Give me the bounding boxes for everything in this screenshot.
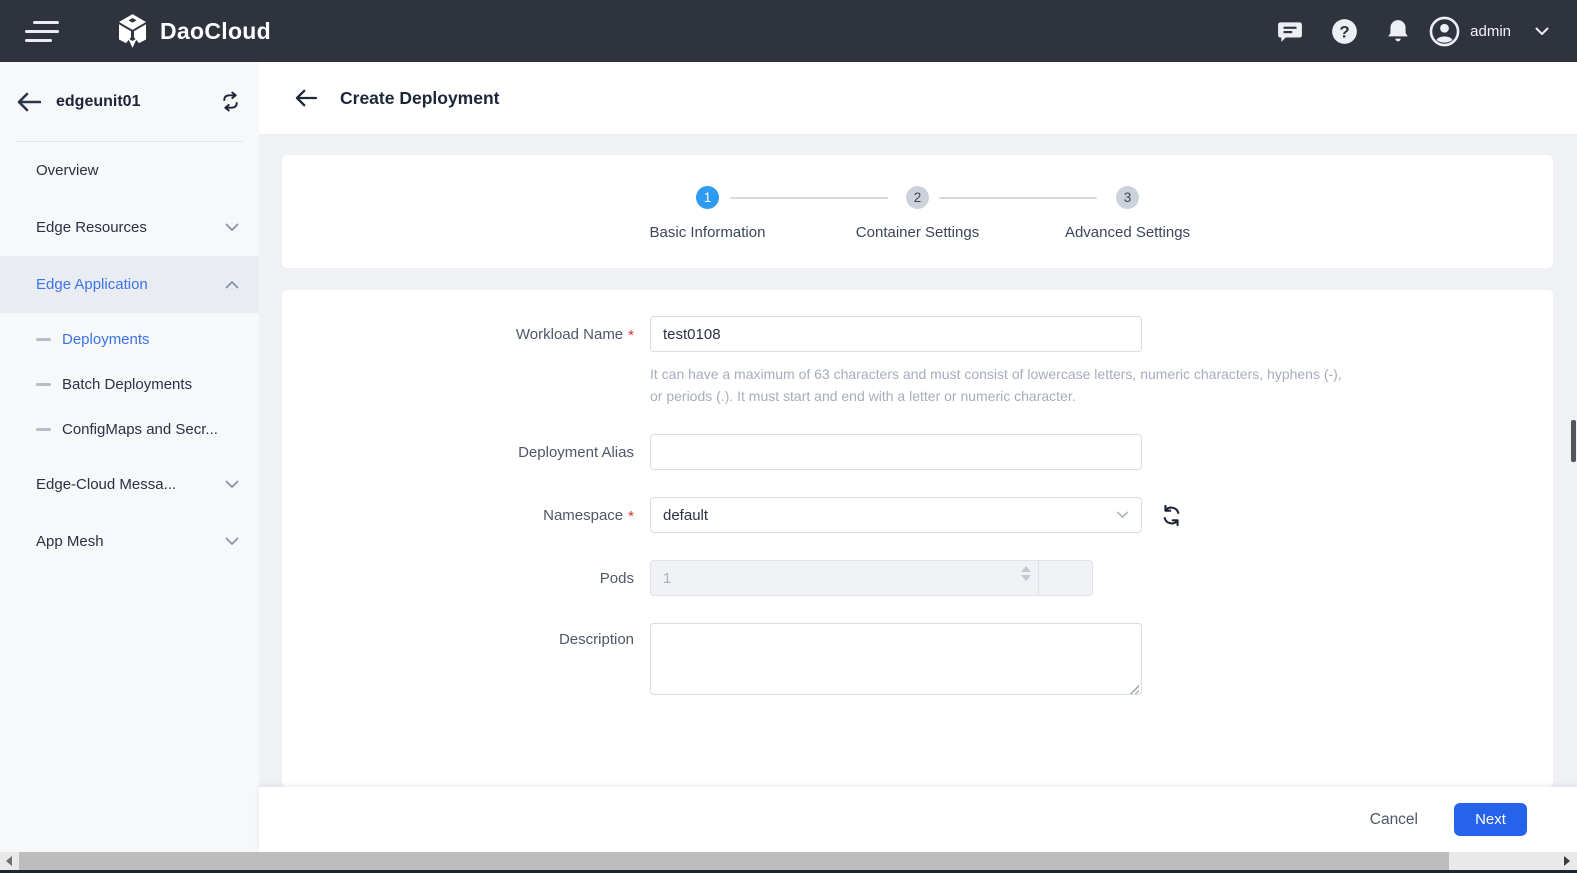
description-textarea[interactable] <box>650 623 1142 695</box>
main: Create Deployment 1 Basic Information <box>259 62 1577 852</box>
chevron-up-icon <box>225 280 239 289</box>
chevron-down-icon <box>225 537 239 546</box>
vertical-scrollbar-thumb[interactable] <box>1571 420 1576 462</box>
chevron-down-icon <box>1535 27 1549 36</box>
step-advanced-settings[interactable]: 3 Advanced Settings <box>1023 186 1233 241</box>
svg-text:?: ? <box>1339 22 1349 41</box>
brand[interactable]: DaoCloud <box>115 13 271 49</box>
dash-icon <box>36 428 51 431</box>
pods-stepper <box>650 560 1093 596</box>
footer: Cancel Next <box>259 787 1577 852</box>
sidebar-item-batch-deployments[interactable]: Batch Deployments <box>0 362 259 407</box>
namespace-row: Namespace * default <box>282 497 1553 533</box>
cluster-name: edgeunit01 <box>56 93 140 111</box>
sidebar-item-label: App Mesh <box>36 533 104 550</box>
pods-row: Pods <box>282 560 1553 596</box>
menu-icon[interactable] <box>25 21 59 42</box>
username: admin <box>1470 23 1511 40</box>
step-container-settings[interactable]: 2 Container Settings <box>813 186 1023 241</box>
step-label: Advanced Settings <box>1065 224 1190 241</box>
step-connector <box>730 197 888 199</box>
help-icon[interactable]: ? <box>1317 11 1371 51</box>
cancel-button[interactable]: Cancel <box>1370 811 1418 829</box>
message-icon[interactable] <box>1263 11 1317 51</box>
sidebar: edgeunit01 Overview Edge Resources <box>0 62 259 852</box>
namespace-select[interactable]: default <box>650 497 1142 533</box>
step-basic-information[interactable]: 1 Basic Information <box>603 186 813 241</box>
avatar-icon <box>1429 16 1460 47</box>
pods-addon <box>1039 560 1093 596</box>
sidebar-back-icon[interactable] <box>16 89 42 115</box>
page-header: Create Deployment <box>259 62 1577 135</box>
page-back-icon[interactable] <box>292 84 320 112</box>
step-number: 1 <box>696 186 719 209</box>
page-title: Create Deployment <box>340 88 500 109</box>
sidebar-item-edge-application[interactable]: Edge Application <box>0 256 259 313</box>
sidebar-item-label: ConfigMaps and Secr... <box>62 421 218 438</box>
spin-up-icon <box>1021 566 1031 572</box>
workload-name-hint: It can have a maximum of 63 characters a… <box>650 363 1553 407</box>
description-label: Description <box>559 631 634 648</box>
bell-icon[interactable] <box>1371 11 1425 51</box>
deployment-alias-row: Deployment Alias <box>282 434 1553 470</box>
step-number: 3 <box>1116 186 1139 209</box>
topbar-right: ? admin <box>1263 11 1577 51</box>
user-menu[interactable]: admin <box>1429 16 1549 47</box>
sidebar-item-overview[interactable]: Overview <box>0 142 259 199</box>
sidebar-item-label: Batch Deployments <box>62 376 192 393</box>
sidebar-item-label: Deployments <box>62 331 150 348</box>
workload-name-input[interactable] <box>650 316 1142 352</box>
body: edgeunit01 Overview Edge Resources <box>0 62 1577 852</box>
sidebar-item-label: Edge Application <box>36 276 148 293</box>
sidebar-item-deployments[interactable]: Deployments <box>0 317 259 362</box>
pods-input <box>650 560 1039 596</box>
dash-icon <box>36 383 51 386</box>
sidebar-item-label: Edge-Cloud Messa... <box>36 476 176 493</box>
scroll-right-icon[interactable] <box>1558 852 1575 870</box>
stepper-card: 1 Basic Information 2 Container Settings… <box>282 155 1553 268</box>
step-label: Basic Information <box>650 224 766 241</box>
topbar: DaoCloud ? <box>0 0 1577 62</box>
content: 1 Basic Information 2 Container Settings… <box>259 135 1577 852</box>
chevron-down-icon <box>225 480 239 489</box>
stepper: 1 Basic Information 2 Container Settings… <box>603 155 1233 241</box>
pods-spinner <box>1021 566 1031 581</box>
refresh-namespaces-icon[interactable] <box>1160 504 1183 527</box>
sidebar-item-label: Overview <box>36 162 99 179</box>
daocloud-logo-icon <box>115 13 150 49</box>
step-number: 2 <box>906 186 929 209</box>
sidebar-item-configmaps-secrets[interactable]: ConfigMaps and Secr... <box>0 407 259 452</box>
chevron-down-icon <box>225 223 239 232</box>
description-row: Description <box>282 623 1553 700</box>
workload-name-label: Workload Name <box>516 326 623 343</box>
required-asterisk: * <box>628 327 634 344</box>
switch-cluster-icon[interactable] <box>217 89 243 115</box>
workload-name-row: Workload Name * It can have a maximum of… <box>282 316 1553 407</box>
sidebar-item-edge-cloud-message[interactable]: Edge-Cloud Messa... <box>0 456 259 513</box>
screen: DaoCloud ? <box>0 0 1577 873</box>
namespace-label: Namespace <box>543 507 623 524</box>
sidebar-item-label: Edge Resources <box>36 219 147 236</box>
horizontal-scrollbar-thumb[interactable] <box>19 852 1449 870</box>
sidebar-item-app-mesh[interactable]: App Mesh <box>0 513 259 570</box>
horizontal-scrollbar[interactable] <box>0 852 1577 870</box>
scroll-left-icon[interactable] <box>0 852 17 870</box>
pods-label: Pods <box>600 570 634 587</box>
spin-down-icon <box>1021 575 1031 581</box>
dash-icon <box>36 338 51 341</box>
brand-name: DaoCloud <box>160 18 271 45</box>
sidebar-item-edge-resources[interactable]: Edge Resources <box>0 199 259 256</box>
deployment-alias-input[interactable] <box>650 434 1142 470</box>
step-connector <box>939 197 1097 199</box>
next-button[interactable]: Next <box>1454 803 1527 836</box>
required-asterisk: * <box>628 508 634 525</box>
form-card: Workload Name * It can have a maximum of… <box>282 290 1553 787</box>
deployment-alias-label: Deployment Alias <box>518 444 634 461</box>
namespace-value: default <box>663 507 708 524</box>
step-label: Container Settings <box>856 224 979 241</box>
chevron-down-icon <box>1116 511 1129 519</box>
sidebar-header: edgeunit01 <box>0 62 259 141</box>
